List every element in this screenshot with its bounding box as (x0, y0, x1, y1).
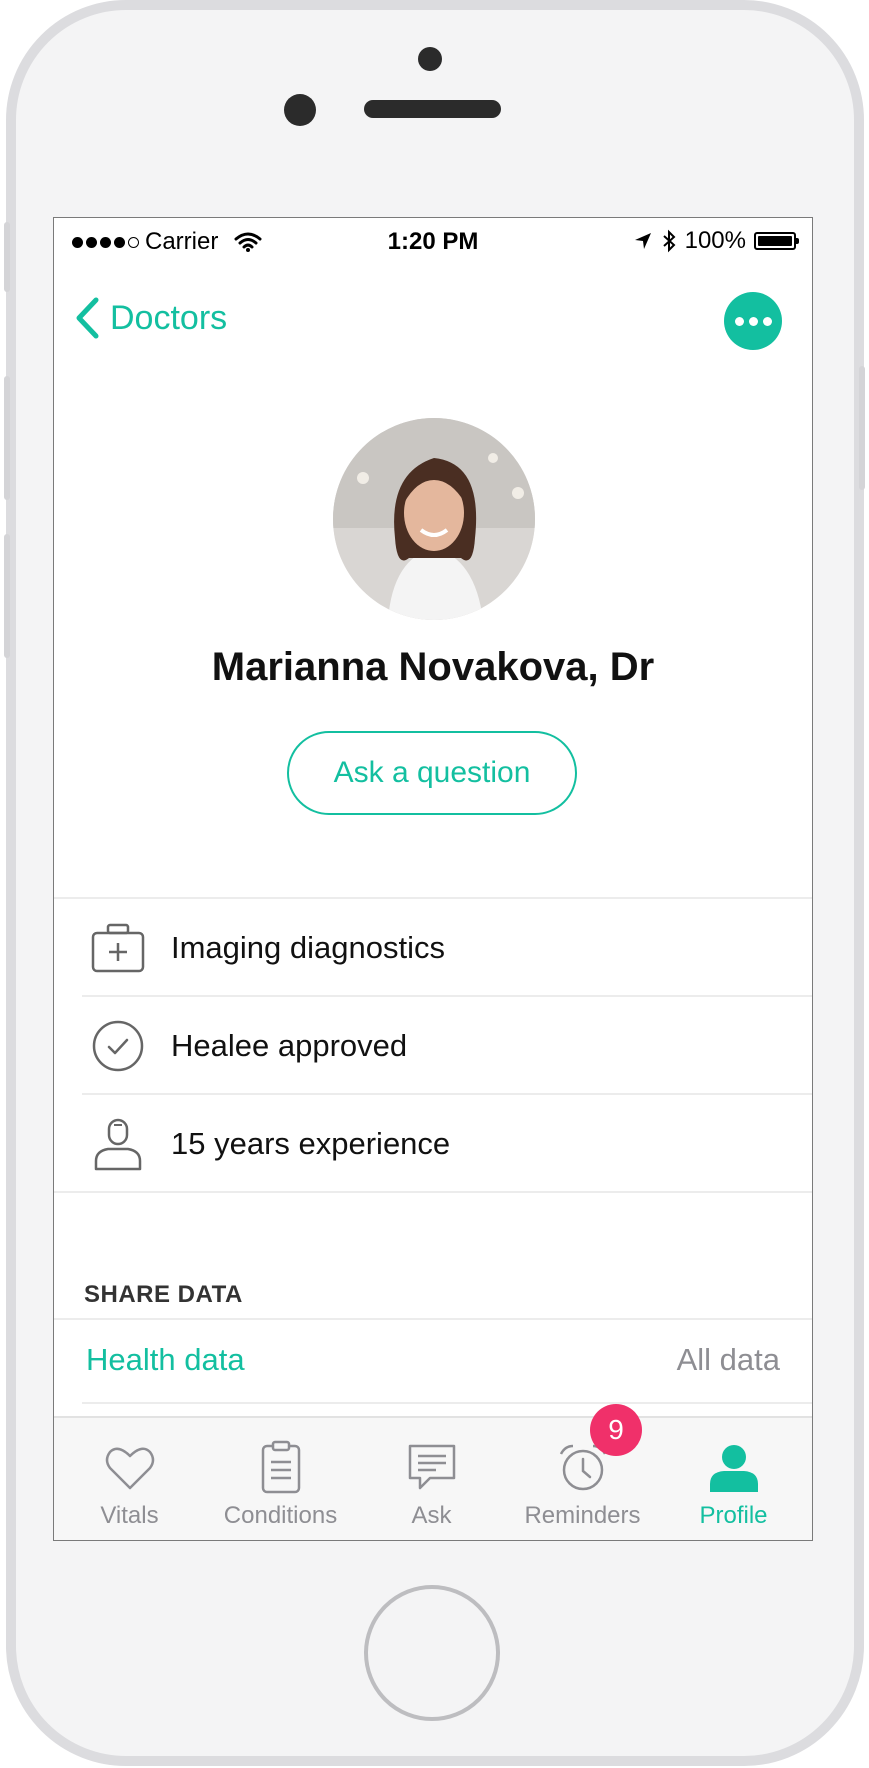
divider (82, 1402, 812, 1404)
heart-icon (105, 1447, 154, 1490)
info-row-approved: Healee approved (54, 997, 812, 1095)
info-label: Imaging diagnostics (171, 930, 445, 965)
doctor-avatar (333, 418, 535, 620)
chat-icon (408, 1444, 455, 1490)
check-circle-icon (90, 1018, 146, 1074)
back-button[interactable]: Doctors (74, 278, 227, 358)
bluetooth-icon (662, 229, 676, 253)
location-arrow-icon (634, 233, 651, 249)
proximity-sensor (418, 47, 442, 71)
tab-bar: Vitals Conditions Ask 9 Reminders Profil… (54, 1404, 812, 1540)
volume-up-button (4, 376, 10, 500)
volume-down-button (4, 534, 10, 658)
tab-profile[interactable]: Profile (658, 1418, 809, 1540)
tab-label: Ask (411, 1502, 452, 1529)
info-row-experience: 15 years experience (54, 1095, 812, 1193)
status-right: 100% (633, 227, 799, 255)
doctor-badge-icon (90, 1116, 146, 1172)
divider (54, 1191, 812, 1193)
share-value: All data (676, 1342, 780, 1377)
doctor-name: Marianna Novakova, Dr (211, 645, 655, 689)
ask-question-button[interactable]: Ask a question (287, 731, 577, 815)
tab-conditions[interactable]: Conditions (205, 1418, 356, 1540)
info-label: 15 years experience (171, 1126, 451, 1161)
more-dots-icon (734, 316, 744, 326)
share-label: Health data (86, 1342, 245, 1377)
back-label: Doctors (110, 298, 228, 337)
silent-switch (4, 222, 10, 292)
tab-label: Reminders (524, 1502, 641, 1529)
home-button[interactable] (364, 1585, 500, 1721)
app-screen: Carrier 1:20 PM 100% Doctors Marianna No… (53, 217, 813, 1541)
earpiece-speaker (364, 100, 501, 118)
battery-icon (754, 232, 799, 250)
battery-percent: 100% (684, 227, 746, 254)
info-row-specialty: Imaging diagnostics (54, 899, 812, 997)
info-label: Healee approved (171, 1028, 408, 1063)
medical-kit-icon (90, 920, 146, 976)
front-camera (284, 94, 316, 126)
tab-label: Profile (699, 1502, 768, 1529)
person-icon (709, 1445, 758, 1492)
more-options-button[interactable] (724, 292, 782, 350)
tab-vitals[interactable]: Vitals (54, 1418, 205, 1540)
share-data-title: SHARE DATA (84, 1281, 243, 1308)
clipboard-icon (261, 1440, 300, 1494)
tab-ask[interactable]: Ask (356, 1418, 507, 1540)
tab-reminders[interactable]: 9 Reminders (507, 1404, 658, 1540)
tab-label: Vitals (100, 1502, 159, 1529)
reminders-badge: 9 (590, 1404, 642, 1456)
navigation-bar: Doctors (54, 278, 812, 358)
tab-label: Conditions (223, 1502, 338, 1529)
power-button (859, 366, 865, 490)
chevron-left-icon (76, 297, 99, 339)
share-row-health-data[interactable]: Health data All data (54, 1320, 812, 1402)
status-bar: Carrier 1:20 PM 100% (54, 218, 812, 264)
